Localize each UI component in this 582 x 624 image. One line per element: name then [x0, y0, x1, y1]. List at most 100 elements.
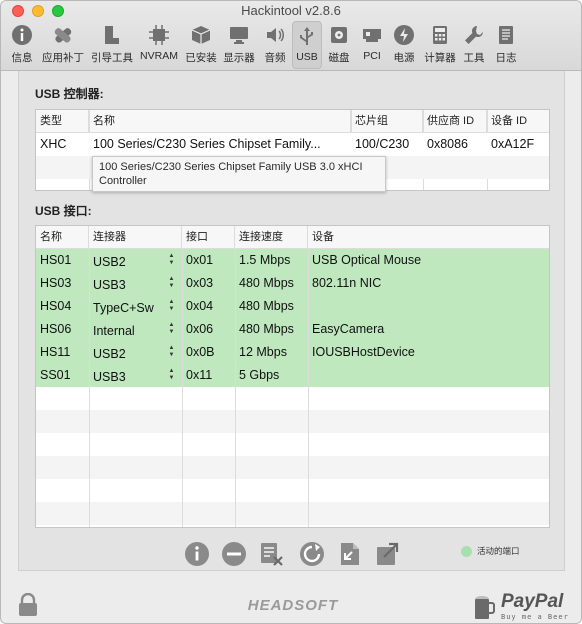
cell-connector[interactable]: Internal ▲ ▼ — [89, 318, 182, 341]
tab-info[interactable]: 信息 — [7, 21, 37, 69]
cell-name-text: HS01 — [40, 253, 72, 267]
cell-name-text: HS04 — [40, 299, 72, 313]
cell-name-text: HS06 — [40, 322, 72, 336]
chip-icon — [149, 25, 169, 45]
wrench-icon — [465, 25, 484, 44]
cell-port: 0x0B — [182, 341, 235, 364]
cell-name-text: SS01 — [40, 368, 71, 382]
cell-connector[interactable]: USB2 ▲ ▼ — [89, 249, 182, 272]
cell-connector-text: USB3 — [93, 370, 126, 384]
column-header-speed[interactable]: 连接速度 — [235, 226, 308, 249]
cell-device: IOUSBHostDevice — [308, 341, 549, 364]
clear-icon[interactable] — [259, 541, 285, 567]
cell-speed: 480 Mbps — [235, 272, 308, 295]
cell-connector[interactable]: USB3 ▲ ▼ — [89, 272, 182, 295]
table-row[interactable]: XHC 100 Series/C230 Series Chipset Famil… — [36, 133, 549, 156]
tab-usb[interactable]: USB — [292, 21, 322, 69]
table-row[interactable]: SS01 USB3 ▲ ▼ 0x11 5 Gbps — [36, 364, 549, 387]
tab-nvram[interactable]: NVRAM — [139, 21, 179, 69]
tab-disk[interactable]: 磁盘 — [324, 21, 354, 69]
cell-connector[interactable]: USB3 ▲ ▼ — [89, 364, 182, 387]
table-header: 名称 连接器 接口 连接速度 设备 — [36, 226, 549, 249]
usb-ports-title: USB 接口: — [35, 204, 92, 218]
headsoft-logo[interactable]: HEADSOFT — [222, 597, 364, 614]
export-icon[interactable] — [375, 541, 401, 567]
cell-chipset: 100/C230 — [355, 137, 410, 151]
connector-stepper-icon[interactable]: ▲ ▼ — [167, 368, 176, 382]
column-header-name[interactable]: 名称 — [36, 226, 89, 249]
cell-speed-text: 5 Gbps — [239, 368, 280, 382]
tab-disk-label: 磁盘 — [328, 52, 350, 64]
tab-audio-label: 音频 — [264, 52, 286, 64]
tab-audio[interactable]: 音频 — [260, 21, 290, 69]
tab-log-label: 日志 — [495, 52, 517, 64]
tab-boot[interactable]: 引导工具 — [89, 21, 135, 69]
patch-icon — [54, 28, 72, 43]
column-divider — [235, 249, 236, 527]
paypal-donate-link[interactable]: PayPal — [501, 591, 563, 613]
column-header-vendor-id[interactable]: 供应商 ID — [423, 110, 487, 133]
cell-connector[interactable]: USB2 ▲ ▼ — [89, 341, 182, 364]
cell-name: SS01 — [36, 364, 89, 387]
lock-icon[interactable] — [17, 593, 39, 617]
table-row[interactable]: HS03 USB3 ▲ ▼ 0x03 480 Mbps 802.11n NIC — [36, 272, 549, 295]
cell-device-text: USB Optical Mouse — [312, 253, 422, 267]
connector-stepper-icon[interactable]: ▲ ▼ — [167, 322, 176, 336]
connector-stepper-icon[interactable]: ▲ ▼ — [167, 276, 176, 290]
remove-icon[interactable] — [221, 541, 247, 567]
pci-card-icon — [363, 29, 381, 42]
cell-speed: 480 Mbps — [235, 295, 308, 318]
tab-installed[interactable]: 已安装 — [183, 21, 219, 69]
table-row[interactable]: HS04 TypeC+Sw ▲ ▼ 0x04 480 Mbps — [36, 295, 549, 318]
column-header-chipset[interactable]: 芯片组 — [351, 110, 423, 133]
table-row-empty — [36, 456, 549, 479]
column-header-device[interactable]: 设备 — [308, 226, 549, 249]
cell-device: 802.11n NIC — [308, 272, 549, 295]
connector-stepper-icon[interactable]: ▲ ▼ — [167, 299, 176, 313]
cell-type: XHC — [40, 137, 67, 151]
beer-mug-icon — [475, 596, 495, 619]
cell-port: 0x01 — [182, 249, 235, 272]
cell-name: HS11 — [36, 341, 89, 364]
cell-name: HS03 — [36, 272, 89, 295]
table-row[interactable]: HS01 USB2 ▲ ▼ 0x01 1.5 Mbps USB Optical Mouse — [36, 249, 549, 272]
column-header-type[interactable]: 类型 — [36, 110, 89, 133]
tab-patch[interactable]: 应用补丁 — [41, 21, 85, 69]
tab-power-label: 电源 — [393, 52, 415, 64]
table-row[interactable]: HS06 Internal ▲ ▼ 0x06 480 Mbps EasyCamera — [36, 318, 549, 341]
boot-icon — [105, 26, 119, 44]
tab-log[interactable]: 日志 — [491, 21, 521, 69]
tab-pci[interactable]: PCI — [358, 21, 386, 69]
cell-speed: 12 Mbps — [235, 341, 308, 364]
import-icon[interactable] — [337, 541, 363, 567]
usb-ports-table[interactable]: 名称 连接器 接口 连接速度 设备 HS01 USB2 ▲ ▼ 0x01 1.5 Mbps… — [35, 225, 550, 528]
connector-stepper-icon[interactable]: ▲ ▼ — [167, 253, 176, 267]
connector-stepper-icon[interactable]: ▲ ▼ — [167, 345, 176, 359]
cell-name: 100 Series/C230 Series Chipset Family... — [93, 137, 321, 151]
table-row-empty — [36, 387, 549, 410]
power-icon — [394, 25, 414, 45]
column-header-device-id[interactable]: 设备 ID — [487, 110, 549, 133]
disk-icon — [331, 27, 347, 43]
tab-installed-label: 已安装 — [185, 52, 217, 64]
cell-speed-text: 1.5 Mbps — [239, 253, 291, 267]
cell-vendor-id: 0x8086 — [427, 137, 469, 151]
info-icon[interactable] — [184, 541, 210, 567]
tab-tools-label: 工具 — [463, 52, 485, 64]
column-header-port[interactable]: 接口 — [182, 226, 235, 249]
cell-connector-text: USB3 — [93, 278, 126, 292]
column-header-connector[interactable]: 连接器 — [89, 226, 182, 249]
cell-connector[interactable]: TypeC+Sw ▲ ▼ — [89, 295, 182, 318]
table-row[interactable]: HS11 USB2 ▲ ▼ 0x0B 12 Mbps IOUSBHostDevice — [36, 341, 549, 364]
cell-device-text: EasyCamera — [312, 322, 385, 336]
tab-tools[interactable]: 工具 — [460, 21, 488, 69]
cell-port-text: 0x04 — [186, 299, 214, 313]
tab-calculator[interactable]: 计算器 — [422, 21, 458, 69]
display-icon — [230, 27, 248, 44]
tab-display[interactable]: 显示器 — [221, 21, 257, 69]
tab-power[interactable]: 电源 — [389, 21, 419, 69]
refresh-icon[interactable] — [299, 541, 325, 567]
column-header-name[interactable]: 名称 — [89, 110, 351, 133]
column-divider — [182, 249, 183, 527]
cell-speed-text: 480 Mbps — [239, 299, 294, 313]
